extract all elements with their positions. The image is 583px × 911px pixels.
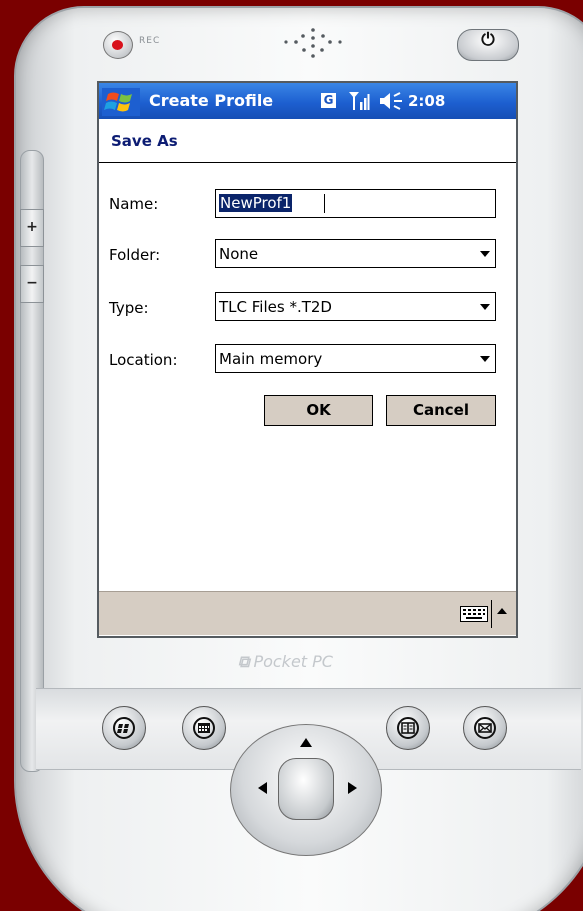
chevron-up-icon[interactable] xyxy=(497,608,507,614)
stage: + − REC ⏻ Create Profile G 2:08 Save As … xyxy=(0,0,583,911)
inbox-button[interactable] xyxy=(463,706,507,750)
title-bar: Create Profile G 2:08 xyxy=(99,83,516,119)
calendar-button[interactable] xyxy=(182,706,226,750)
chevron-down-icon xyxy=(480,304,490,310)
chevron-down-icon xyxy=(480,356,490,362)
text-caret xyxy=(324,194,325,213)
windows-flag-icon[interactable] xyxy=(102,88,140,116)
contacts-icon xyxy=(397,717,419,739)
header-divider xyxy=(99,162,516,163)
rec-label: REC xyxy=(139,36,161,46)
folder-label: Folder: xyxy=(109,246,161,264)
menu-bar xyxy=(99,591,516,635)
keyboard-icon[interactable] xyxy=(460,606,488,622)
power-button[interactable]: ⏻ xyxy=(457,29,519,61)
brand-logo: ⧉ Pocket PC xyxy=(238,652,333,672)
page-title: Save As xyxy=(111,132,178,150)
screen: Create Profile G 2:08 Save As Name: NewP… xyxy=(97,81,518,638)
signal-strength-icon[interactable] xyxy=(348,91,370,111)
gprs-notification-icon[interactable]: G xyxy=(321,93,336,108)
power-icon: ⏻ xyxy=(481,30,495,50)
chevron-down-icon xyxy=(480,251,490,257)
type-label: Type: xyxy=(109,299,149,317)
clock[interactable]: 2:08 xyxy=(408,92,445,110)
windows-logo-icon: ⧉ xyxy=(238,652,250,671)
record-dot-icon xyxy=(112,40,123,50)
sip-divider xyxy=(491,600,492,628)
inbox-icon xyxy=(474,717,496,739)
folder-value: None xyxy=(219,245,259,263)
cancel-button[interactable]: Cancel xyxy=(386,395,496,426)
location-value: Main memory xyxy=(219,350,323,368)
calendar-icon xyxy=(193,717,215,739)
location-label: Location: xyxy=(109,351,178,369)
windows-start-icon xyxy=(113,717,135,739)
type-dropdown[interactable]: TLC Files *.T2D xyxy=(215,292,496,321)
folder-dropdown[interactable]: None xyxy=(215,239,496,268)
arrow-left-icon[interactable] xyxy=(258,782,267,794)
volume-down-button[interactable]: − xyxy=(20,265,44,303)
arrow-right-icon[interactable] xyxy=(348,782,357,794)
name-label: Name: xyxy=(109,195,159,213)
name-field[interactable]: NewProf1 xyxy=(215,189,496,218)
volume-icon[interactable] xyxy=(379,92,403,110)
type-value: TLC Files *.T2D xyxy=(219,298,332,316)
ok-button[interactable]: OK xyxy=(264,395,373,426)
speaker-grille-icon xyxy=(284,28,342,58)
app-title: Create Profile xyxy=(149,91,274,110)
location-dropdown[interactable]: Main memory xyxy=(215,344,496,373)
volume-up-button[interactable]: + xyxy=(20,209,44,247)
contacts-button[interactable] xyxy=(386,706,430,750)
windows-start-button[interactable] xyxy=(102,706,146,750)
record-button[interactable] xyxy=(103,31,133,59)
brand-text: Pocket PC xyxy=(253,652,333,671)
action-button[interactable] xyxy=(278,758,334,820)
arrow-up-icon[interactable] xyxy=(300,738,312,747)
name-value: NewProf1 xyxy=(219,194,293,212)
